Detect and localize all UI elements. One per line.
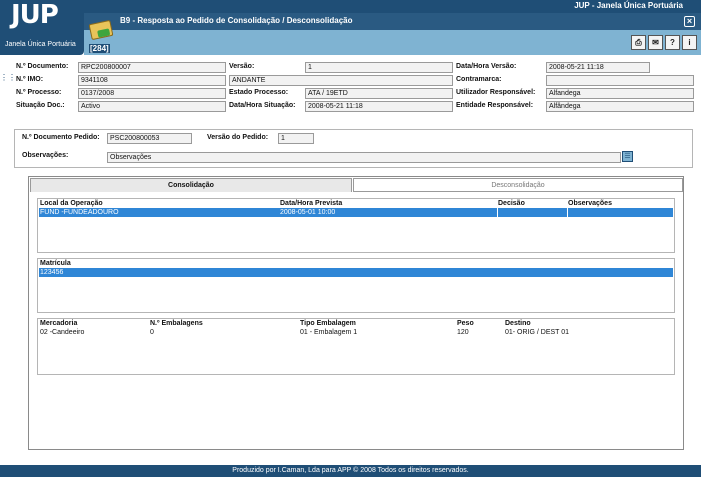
column-header: Mercadoria [40, 320, 78, 327]
operacao-table: Local da Operação Data/Hora Prevista Dec… [37, 198, 675, 253]
expand-icon[interactable]: ☰ [622, 151, 633, 162]
num-imo-label: N.º IMO: [16, 76, 44, 83]
tabs-panel: Consolidação Desconsolidação Local da Op… [28, 176, 684, 450]
num-documento-pedido-label: N.º Documento Pedido: [22, 134, 100, 141]
observacoes-field[interactable]: Observações [107, 152, 621, 163]
versao-pedido-label: Versão do Pedido: [207, 134, 269, 141]
versao-pedido-field: 1 [278, 133, 314, 144]
data-hora-versao-field: 2008-05-21 11:18 [546, 62, 650, 73]
utilizador-responsavel-label: Utilizador Responsável: [456, 89, 536, 96]
side-menu-handle[interactable]: ⋮⋮ [0, 73, 16, 83]
tab-consolidacao[interactable]: Consolidação [30, 178, 352, 192]
contramarca-field [546, 75, 694, 86]
table-row[interactable]: 02 -Candeeiro 0 01 - Embalagem 1 120 01-… [39, 329, 673, 338]
estado-processo-label: Estado Processo: [229, 89, 289, 96]
footer-copyright: Produzido por I.Caman, Lda para APP © 20… [232, 467, 469, 474]
sub-bar [84, 30, 701, 55]
matricula-table: Matrícula 123456 [37, 258, 675, 313]
jup-logo: JUP [11, 0, 59, 30]
versao-field: 1 [305, 62, 453, 73]
estado-processo-field: ATA / 19ETD [305, 88, 453, 99]
contramarca-label: Contramarca: [456, 76, 502, 83]
email-icon[interactable]: ✉ [648, 35, 663, 50]
versao-label: Versão: [229, 63, 255, 70]
table-cell: FUND -FUNDEADOURO [40, 209, 119, 216]
documents-icon [88, 19, 114, 41]
num-documento-pedido-field: PSC200800053 [107, 133, 192, 144]
info-icon[interactable]: i [682, 35, 697, 50]
print-icon[interactable]: ⎙ [631, 35, 646, 50]
num-documento-field: RPC200800007 [78, 62, 226, 73]
column-header: Decisão [498, 200, 525, 207]
table-cell: 01 - Embalagem 1 [300, 329, 358, 336]
table-cell: 2008-05-01 10:00 [280, 209, 336, 216]
page-title: B9 - Resposta ao Pedido de Consolidação … [120, 16, 353, 25]
footer: Produzido por I.Caman, Lda para APP © 20… [0, 465, 701, 477]
column-header: N.º Embalagens [150, 320, 203, 327]
num-processo-label: N.º Processo: [16, 89, 62, 96]
help-icon[interactable]: ? [665, 35, 680, 50]
logo-subtitle: Janela Única Portuária [5, 41, 76, 48]
data-hora-situacao-field: 2008-05-21 11:18 [305, 101, 453, 112]
column-header: Destino [505, 320, 531, 327]
num-processo-field: 0137/2008 [78, 88, 226, 99]
logo-panel: JUP Janela Única Portuária [0, 0, 84, 55]
entidade-responsavel-label: Entidade Responsável: [456, 102, 534, 109]
num-imo-field: 9341108 [78, 75, 226, 86]
top-bar: JUP - Janela Única Portuária [0, 0, 701, 13]
column-divider [497, 208, 498, 218]
data-hora-situacao-label: Data/Hora Situação: [229, 102, 296, 109]
tab-desconsolidacao[interactable]: Desconsolidação [353, 178, 683, 192]
table-cell: 01- ORIG / DEST 01 [505, 329, 570, 336]
table-cell: 02 -Candeeiro [40, 329, 85, 336]
toolbar: ⎙ ✉ ? i [631, 35, 697, 50]
entidade-responsavel-field: Alfândega [546, 101, 694, 112]
column-header: Matrícula [40, 260, 71, 267]
app-title: JUP - Janela Única Portuária [574, 1, 683, 10]
situacao-doc-field: Activo [78, 101, 226, 112]
close-button[interactable]: × [684, 16, 695, 27]
column-header: Peso [457, 320, 474, 327]
column-divider [567, 208, 568, 218]
table-cell: 0 [150, 329, 154, 336]
observacoes-label: Observações: [22, 152, 69, 159]
num-documento-label: N.º Documento: [16, 63, 69, 70]
nome-navio-field: ANDANTE [229, 75, 453, 86]
data-hora-versao-label: Data/Hora Versão: [456, 63, 517, 70]
table-cell: 123456 [40, 269, 64, 276]
column-header: Data/Hora Prevista [280, 200, 343, 207]
table-cell: 120 [457, 329, 469, 336]
mercadoria-table: Mercadoria N.º Embalagens Tipo Embalagem… [37, 318, 675, 375]
table-row[interactable]: FUND -FUNDEADOURO 2008-05-01 10:00 [39, 208, 673, 217]
utilizador-responsavel-field: Alfandega [546, 88, 694, 99]
table-row[interactable]: 123456 [39, 268, 673, 277]
situacao-doc-label: Situação Doc.: [16, 102, 65, 109]
document-count: [284] [89, 44, 110, 53]
title-bar: B9 - Resposta ao Pedido de Consolidação … [84, 13, 701, 30]
documents-badge[interactable]: [284] [86, 18, 118, 54]
column-header: Local da Operação [40, 200, 103, 207]
column-header: Tipo Embalagem [300, 320, 356, 327]
column-header: Observações [568, 200, 612, 207]
